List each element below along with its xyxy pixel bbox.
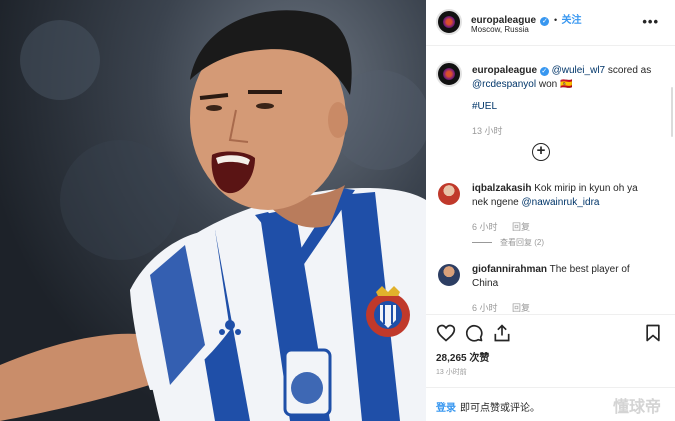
watermark: 懂球帝 [612, 399, 661, 416]
caption-time: 13 小时 [472, 126, 503, 136]
player-celebration-image [0, 10, 426, 421]
comment-time: 6 小时 [472, 303, 498, 313]
login-prompt: 即可点赞或评论。 [460, 403, 540, 414]
comment-item: giofannirahman The best player of China [472, 263, 652, 291]
comment-mention[interactable]: @nawainruk_idra [522, 197, 600, 208]
comment-meta: 6 小时 回复 [472, 220, 530, 233]
post-side-panel: europaleague ✓ • 关注 Moscow, Russia ••• e… [426, 0, 675, 421]
more-options-icon[interactable]: ••• [642, 14, 659, 29]
caption-hashtag[interactable]: #UEL [472, 101, 497, 112]
post-header: europaleague ✓ • 关注 Moscow, Russia ••• [426, 0, 675, 46]
view-replies-button[interactable]: 查看回复 (2) [472, 237, 544, 248]
comment-avatar[interactable] [438, 264, 460, 286]
comments-area: europaleague ✓ @wulei_wl7 scored as @rcd… [426, 47, 675, 314]
caption-text-won: won [536, 79, 560, 90]
location-link[interactable]: Moscow, Russia [471, 25, 529, 34]
comment-avatar[interactable] [438, 183, 460, 205]
caption-text: scored as [605, 65, 652, 76]
reply-button[interactable]: 回复 [512, 222, 530, 232]
header-separator: • [553, 15, 558, 25]
caption-mention-club[interactable]: @rcdespanyol [472, 79, 536, 90]
bookmark-icon[interactable] [643, 323, 663, 343]
account-avatar[interactable] [436, 9, 462, 35]
comment-username[interactable]: iqbalzakasih [472, 183, 531, 194]
likes-count[interactable]: 28,265 次赞 [436, 349, 489, 364]
share-icon[interactable] [492, 323, 512, 343]
post-photo[interactable] [0, 0, 426, 421]
comments-scrollbar[interactable] [671, 87, 673, 137]
post-timestamp: 13 小时前 [436, 369, 467, 376]
comment-icon[interactable] [464, 323, 484, 343]
caption-username[interactable]: europaleague [472, 65, 537, 76]
caption-avatar[interactable] [436, 61, 462, 87]
comment-item: iqbalzakasih Kok mirip in kyun oh ya nek… [472, 182, 652, 210]
caption-mention-player[interactable]: @wulei_wl7 [552, 65, 606, 76]
post-actions: 28,265 次赞 13 小时前 登录 即可点赞或评论。 懂球帝 [426, 314, 675, 421]
login-link[interactable]: 登录 [436, 399, 456, 414]
comment-meta: 6 小时 回复 [472, 301, 530, 314]
login-bar: 登录 即可点赞或评论。 懂球帝 [426, 387, 675, 421]
flag-emoji: 🇪🇸 [559, 79, 573, 90]
reply-button[interactable]: 回复 [512, 303, 530, 313]
verified-badge-icon: ✓ [540, 17, 550, 26]
follow-button[interactable]: 关注 [562, 15, 582, 26]
load-more-comments-button[interactable]: + [532, 143, 550, 161]
comment-username[interactable]: giofannirahman [472, 264, 547, 275]
post-caption: europaleague ✓ @wulei_wl7 scored as @rcd… [472, 64, 662, 92]
heart-icon[interactable] [436, 323, 456, 343]
verified-badge-icon: ✓ [539, 67, 549, 76]
comment-time: 6 小时 [472, 222, 498, 232]
